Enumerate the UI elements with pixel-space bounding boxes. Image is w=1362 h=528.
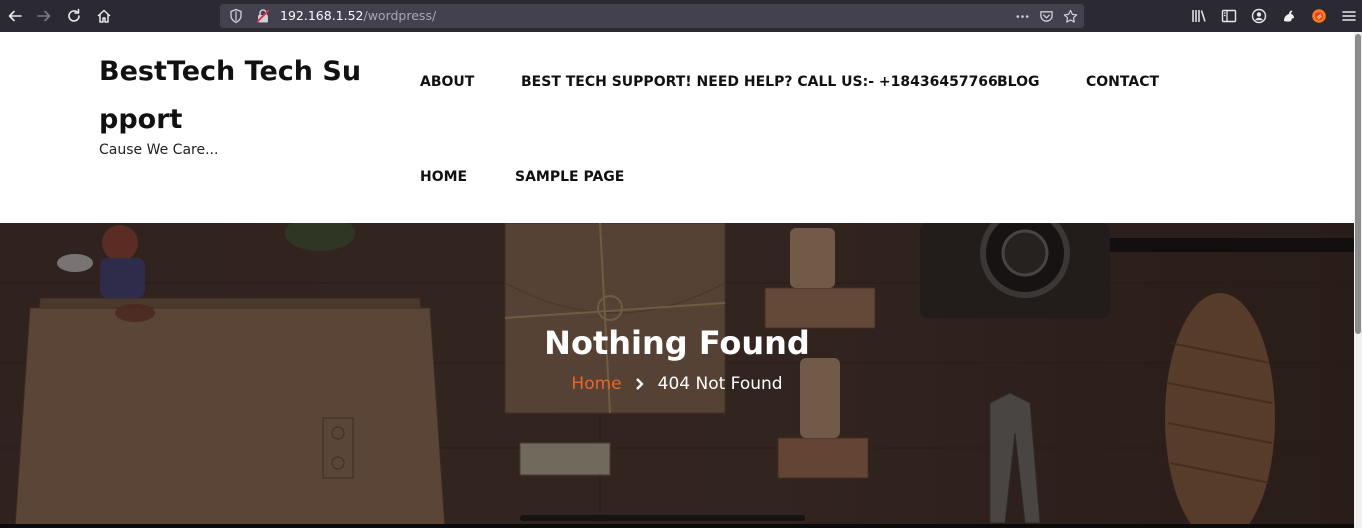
nav-item-support-phone[interactable]: BEST TECH SUPPORT! NEED HELP? CALL US:- … [521,73,998,91]
reload-button[interactable] [60,2,88,30]
sidebar-icon [1221,9,1237,23]
library-button[interactable] [1189,6,1209,26]
breadcrumb: Home 404 Not Found [0,373,1354,395]
menu-button[interactable] [1339,6,1359,26]
breadcrumb-current: 404 Not Found [657,374,783,394]
browser-toolbar: 192.168.1.52/wordpress/ [0,0,1362,32]
pocket-button[interactable] [1036,6,1056,26]
page-actions-button[interactable] [1012,6,1032,26]
back-button[interactable] [1,2,29,30]
nav-item-contact[interactable]: CONTACT [1086,73,1159,91]
vertical-scrollbar[interactable] [1354,32,1362,528]
extension-button[interactable] [1279,6,1299,26]
home-icon [97,9,111,23]
url-host: 192.168.1.52 [280,8,364,23]
bookmark-star-icon [1063,9,1077,23]
account-icon [1251,8,1267,24]
nav-item-blog[interactable]: BLOG [997,73,1040,91]
site-title[interactable]: BestTech Tech Support [99,48,379,144]
forward-icon [37,10,51,22]
more-icon [1016,14,1028,18]
content-edge [0,524,1354,528]
firefox-addon-icon [1312,9,1326,23]
back-icon [8,10,22,22]
site-header: BestTech Tech Support Cause We Care... A… [0,32,1354,223]
menu-icon [1342,11,1356,21]
scrollbar-thumb[interactable] [1355,34,1361,334]
breadcrumb-home-link[interactable]: Home [571,373,621,395]
nav-item-about[interactable]: ABOUT [420,73,474,91]
page-title: Nothing Found [544,324,810,362]
forward-button[interactable] [30,2,58,30]
page-hero: Nothing Found Home 404 Not Found [0,223,1354,528]
library-icon [1192,10,1206,22]
reload-icon [68,8,80,22]
firefox-addon-button[interactable] [1309,6,1329,26]
home-button[interactable] [90,2,118,30]
page-viewport: BestTech Tech Support Cause We Care... A… [0,32,1362,528]
sidebar-button[interactable] [1219,6,1239,26]
nav-item-home[interactable]: HOME [420,168,467,186]
pocket-icon [1039,10,1053,22]
account-button[interactable] [1249,6,1269,26]
bookmark-button[interactable] [1060,6,1080,26]
url-text[interactable]: 192.168.1.52/wordpress/ [280,8,436,24]
nav-item-sample-page[interactable]: SAMPLE PAGE [515,168,624,186]
site-tagline: Cause We Care... [99,142,219,158]
url-path: /wordpress/ [363,8,437,23]
extension-icon [1284,10,1294,22]
url-bar[interactable]: 192.168.1.52/wordpress/ [220,4,1084,28]
chevron-right-icon [635,378,643,390]
insecure-lock-icon[interactable] [255,8,271,24]
shield-icon[interactable] [228,8,244,24]
